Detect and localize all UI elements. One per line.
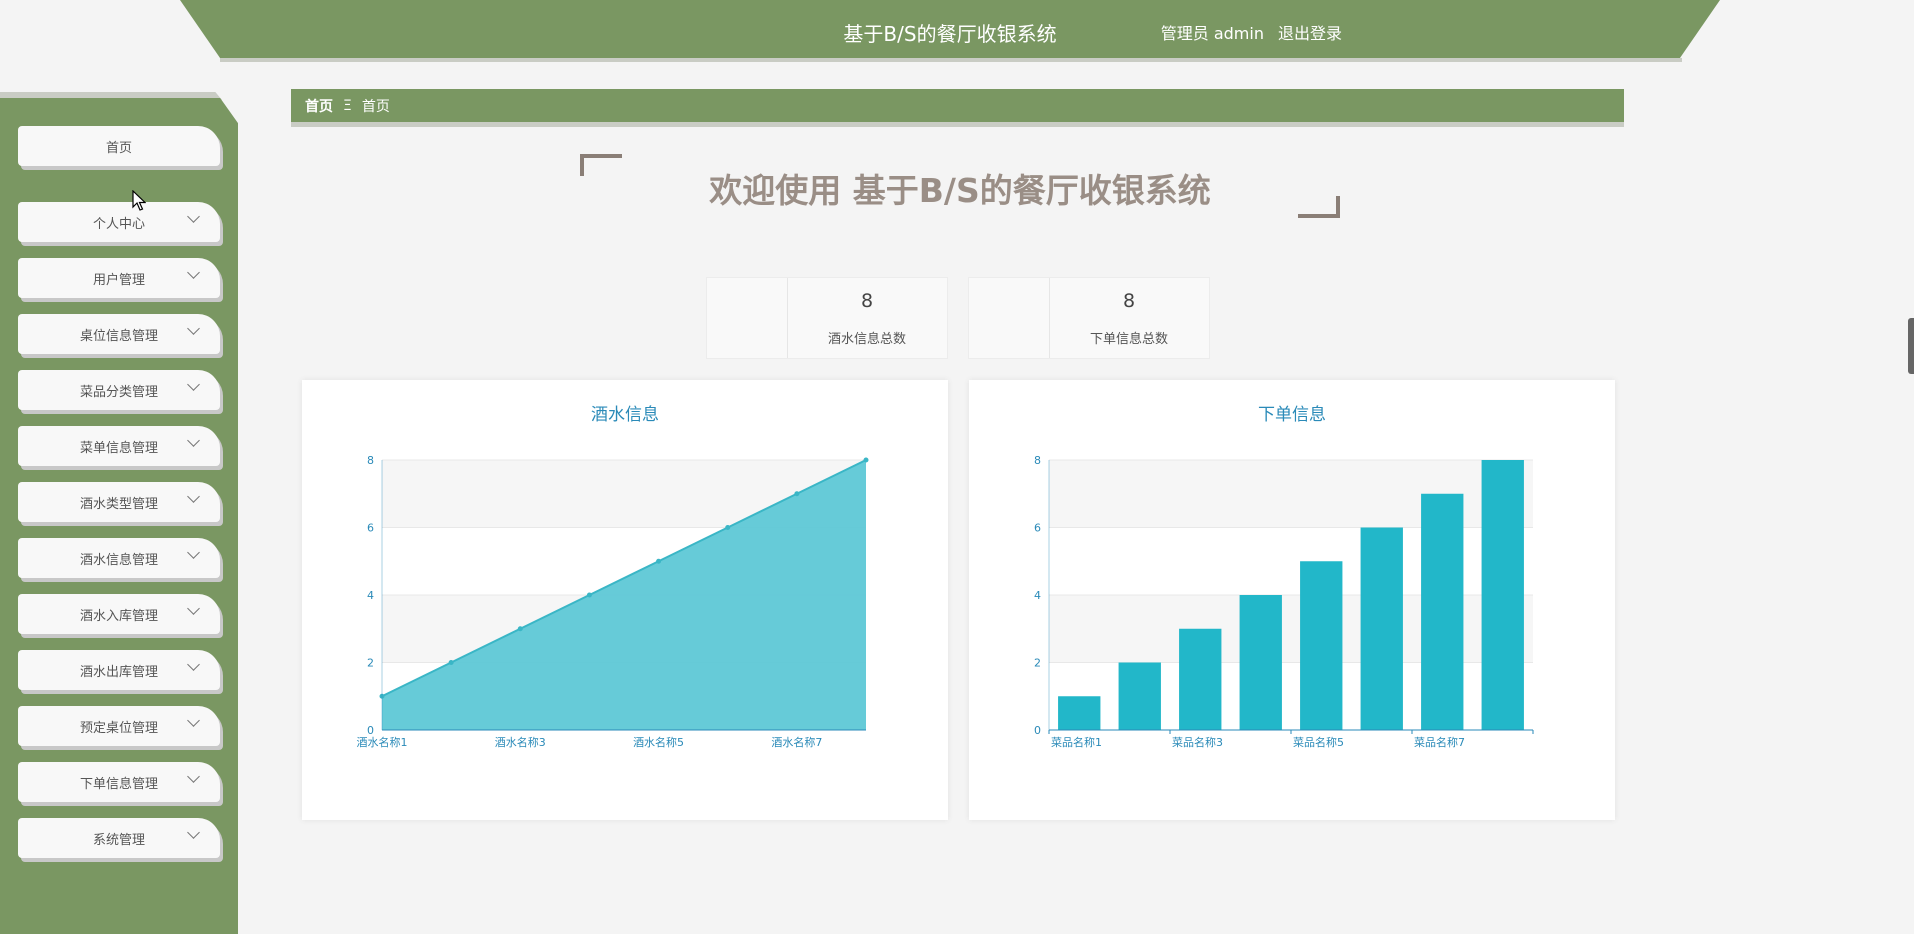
stat-card-orders: 8 下单信息总数	[968, 277, 1210, 359]
chevron-down-icon	[187, 658, 200, 671]
y-tick-label: 8	[367, 454, 374, 467]
y-tick-label: 8	[1034, 454, 1041, 467]
sidebar-item-drink-stock-in[interactable]: 酒水入库管理	[18, 594, 220, 634]
sidebar-item-table-info[interactable]: 桌位信息管理	[18, 314, 220, 354]
sidebar-item-personal-center[interactable]: 个人中心	[18, 202, 220, 242]
chevron-down-icon	[187, 434, 200, 447]
x-tick-label: 菜品名称7	[1414, 735, 1465, 749]
x-tick-label: 菜品名称5	[1293, 735, 1344, 749]
sidebar-item-drink-info[interactable]: 酒水信息管理	[18, 538, 220, 578]
sidebar: 首页 个人中心 用户管理 桌位信息管理 菜品分类管理 菜单信息管理 酒水类型管理…	[0, 98, 238, 934]
data-point	[794, 491, 800, 497]
data-point	[656, 558, 662, 564]
y-tick-label: 4	[1034, 589, 1041, 602]
sidebar-item-label: 酒水信息管理	[79, 552, 158, 568]
x-tick-label: 酒水名称3	[495, 735, 546, 749]
sidebar-item-label: 预定桌位管理	[79, 720, 158, 736]
sidebar-item-home[interactable]: 首页	[18, 126, 220, 166]
sidebar-item-user-management[interactable]: 用户管理	[18, 258, 220, 298]
data-point	[863, 457, 869, 463]
sidebar-item-label: 首页	[105, 140, 132, 156]
x-tick-label: 酒水名称5	[633, 735, 684, 749]
bar	[1179, 628, 1222, 730]
user-area: 管理员 admin 退出登录	[1161, 20, 1342, 44]
sidebar-item-label: 酒水入库管理	[79, 608, 158, 624]
order-info-chart-panel: 下单信息 0 2 4 6 8 菜品名称1 菜品名称3 菜品名称5 菜品名称7	[969, 380, 1615, 820]
x-tick-label: 酒水名称1	[357, 735, 408, 749]
sidebar-item-drink-stock-out[interactable]: 酒水出库管理	[18, 650, 220, 690]
chevron-down-icon	[187, 602, 200, 615]
x-tick-label: 菜品名称1	[1051, 735, 1102, 749]
stat-label: 酒水信息总数	[827, 332, 906, 347]
welcome-banner: 欢迎使用 基于B/S的餐厅收银系统	[580, 154, 1340, 218]
top-header: 基于B/S的餐厅收银系统 管理员 admin 退出登录	[180, 0, 1720, 58]
bar	[1481, 460, 1524, 730]
header-underline	[220, 58, 1682, 62]
chevron-down-icon	[187, 266, 200, 279]
data-point	[725, 525, 731, 530]
y-tick-label: 6	[367, 522, 374, 535]
chevron-down-icon	[187, 490, 200, 503]
sidebar-item-label: 桌位信息管理	[79, 328, 158, 344]
breadcrumb-current: 首页	[361, 98, 390, 115]
user-label[interactable]: 管理员 admin	[1161, 20, 1264, 44]
welcome-text: 欢迎使用 基于B/S的餐厅收银系统	[709, 171, 1211, 210]
sidebar-item-label: 用户管理	[92, 272, 145, 288]
sidebar-item-label: 酒水出库管理	[79, 664, 158, 680]
bar	[1300, 561, 1343, 730]
y-tick-label: 2	[1034, 657, 1041, 670]
bar	[1421, 493, 1464, 730]
bar	[1058, 696, 1101, 730]
chevron-down-icon	[187, 322, 200, 335]
chevron-down-icon	[187, 770, 200, 783]
chevron-down-icon	[187, 378, 200, 391]
data-point	[586, 592, 592, 598]
sidebar-item-label: 系统管理	[92, 832, 145, 848]
data-point	[448, 660, 454, 665]
y-tick-label: 0	[1034, 724, 1041, 737]
chevron-down-icon	[187, 210, 200, 223]
sidebar-item-drink-type[interactable]: 酒水类型管理	[18, 482, 220, 522]
logout-link[interactable]: 退出登录	[1278, 20, 1342, 44]
sidebar-item-system-management[interactable]: 系统管理	[18, 818, 220, 858]
sidebar-item-order-info[interactable]: 下单信息管理	[18, 762, 220, 802]
y-tick-label: 4	[367, 589, 374, 602]
sidebar-item-label: 菜单信息管理	[79, 440, 158, 456]
x-tick-label: 菜品名称3	[1172, 735, 1223, 749]
side-scroll-handle[interactable]	[1908, 318, 1914, 374]
breadcrumb-home[interactable]: 首页	[305, 96, 333, 116]
x-tick-label: 酒水名称7	[771, 735, 822, 749]
sidebar-item-menu-info[interactable]: 菜单信息管理	[18, 426, 220, 466]
drink-info-area-chart: 02468酒水名称1 酒水名称3 酒水名称5 酒水名称7	[357, 454, 869, 749]
corner-decoration	[1298, 196, 1340, 218]
stat-card-drinks: 8 酒水信息总数	[706, 277, 948, 359]
y-tick-label: 2	[367, 657, 374, 670]
bar	[1360, 527, 1403, 730]
sidebar-item-label: 个人中心	[92, 216, 145, 232]
bar	[1239, 595, 1282, 730]
sidebar-item-label: 下单信息管理	[79, 776, 158, 792]
mouse-cursor-icon	[132, 190, 146, 211]
drink-info-chart-panel: 酒水信息 0 2 4 6 8 酒水名称1 酒水名称3 酒水名称5 酒水名称7	[302, 380, 948, 820]
bar	[1118, 662, 1161, 730]
chevron-down-icon	[187, 714, 200, 727]
chevron-down-icon	[187, 546, 200, 559]
stat-value: 8	[1122, 290, 1136, 312]
chevron-down-icon	[187, 826, 200, 839]
order-info-bar-chart: 0 2 4 6 8 菜品名称1 菜品名称3 菜品名称5 菜品名称7	[1034, 454, 1534, 749]
sidebar-item-table-reservation[interactable]: 预定桌位管理	[18, 706, 220, 746]
stat-label: 下单信息总数	[1089, 332, 1168, 347]
app-title: 基于B/S的餐厅收银系统	[843, 22, 1057, 46]
sidebar-item-dish-category[interactable]: 菜品分类管理	[18, 370, 220, 410]
breadcrumb: 首页 Ξ 首页	[291, 89, 1624, 127]
y-tick-label: 6	[1034, 522, 1041, 535]
sidebar-item-label: 酒水类型管理	[79, 496, 158, 512]
breadcrumb-separator-icon: Ξ	[343, 97, 352, 114]
stat-value: 8	[860, 290, 874, 312]
sidebar-item-label: 菜品分类管理	[79, 384, 158, 400]
data-point	[517, 626, 523, 632]
